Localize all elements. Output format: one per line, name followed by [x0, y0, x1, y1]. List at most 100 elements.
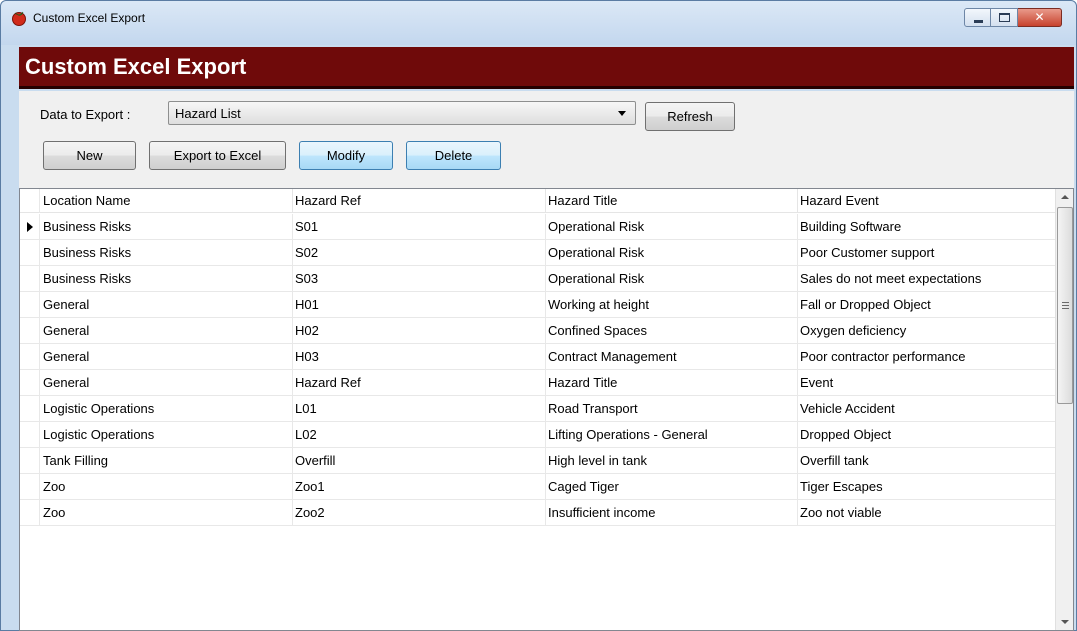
cell-hazard-title[interactable]: Operational Risk	[546, 240, 798, 266]
table-row[interactable]: Logistic Operations L01 Road Transport Vehi…	[20, 396, 1056, 422]
cell-location-name[interactable]: Zoo	[41, 474, 293, 500]
row-header[interactable]	[20, 214, 40, 240]
table-row[interactable]: Zoo Zoo2 Insufficient income Zoo not viable	[20, 500, 1056, 526]
table-row[interactable]: General Hazard Ref Hazard Title Event	[20, 370, 1056, 396]
row-header[interactable]	[20, 266, 40, 292]
cell-hazard-title[interactable]: Working at height	[546, 292, 798, 318]
row-header[interactable]	[20, 240, 40, 266]
cell-hazard-ref[interactable]: H03	[293, 344, 546, 370]
cell-hazard-title[interactable]: Lifting Operations - General	[546, 422, 798, 448]
cell-location-name[interactable]: General	[41, 344, 293, 370]
cell-hazard-event[interactable]: Oxygen deficiency	[798, 318, 1056, 344]
scroll-down-icon[interactable]	[1056, 613, 1073, 630]
table-row[interactable]: Business Risks S03 Operational Risk Sales d…	[20, 266, 1056, 292]
row-header[interactable]	[20, 292, 40, 318]
cell-hazard-event[interactable]: Tiger Escapes	[798, 474, 1056, 500]
cell-hazard-event[interactable]: Event	[798, 370, 1056, 396]
close-button[interactable]: ✕	[1018, 8, 1062, 27]
cell-hazard-event[interactable]: Poor Customer support	[798, 240, 1056, 266]
vertical-scrollbar[interactable]	[1055, 189, 1073, 630]
table-row[interactable]: General H01 Working at height Fall or Dropp…	[20, 292, 1056, 318]
column-header-hazard-event[interactable]: Hazard Event	[798, 189, 1056, 213]
cell-location-name[interactable]: General	[41, 318, 293, 344]
row-header[interactable]	[20, 448, 40, 474]
row-header[interactable]	[20, 474, 40, 500]
scroll-up-icon[interactable]	[1056, 189, 1073, 206]
cell-location-name[interactable]: Tank Filling	[41, 448, 293, 474]
cell-hazard-ref[interactable]: S01	[293, 214, 546, 240]
banner-title: Custom Excel Export	[25, 54, 247, 79]
cell-location-name[interactable]: General	[41, 292, 293, 318]
cell-hazard-event[interactable]: Overfill tank	[798, 448, 1056, 474]
cell-location-name[interactable]: General	[41, 370, 293, 396]
column-header-location-name[interactable]: Location Name	[41, 189, 293, 213]
export-to-excel-button[interactable]: Export to Excel	[149, 141, 286, 170]
cell-hazard-ref[interactable]: H02	[293, 318, 546, 344]
column-header-hazard-ref[interactable]: Hazard Ref	[293, 189, 546, 213]
table-row[interactable]: General H03 Contract Management Poor contra…	[20, 344, 1056, 370]
cell-hazard-event[interactable]: Building Software	[798, 214, 1056, 240]
table-row[interactable]: General H02 Confined Spaces Oxygen deficien…	[20, 318, 1056, 344]
table-row[interactable]: Tank Filling Overfill High level in tank Ov…	[20, 448, 1056, 474]
cell-hazard-title[interactable]: Contract Management	[546, 344, 798, 370]
cell-hazard-title[interactable]: Insufficient income	[546, 500, 798, 526]
cell-hazard-ref[interactable]: L01	[293, 396, 546, 422]
data-to-export-label: Data to Export :	[40, 107, 131, 122]
header-banner: Custom Excel Export	[19, 47, 1074, 89]
hazard-grid[interactable]: Location Name Hazard Ref Hazard Title Hazar…	[19, 188, 1074, 631]
grip-icon	[1062, 302, 1069, 310]
new-button[interactable]: New	[43, 141, 136, 170]
cell-hazard-ref[interactable]: Hazard Ref	[293, 370, 546, 396]
app-window: Custom Excel Export ✕ Custom Excel Expor…	[0, 0, 1077, 631]
cell-hazard-title[interactable]: Road Transport	[546, 396, 798, 422]
table-row[interactable]: Logistic Operations L02 Lifting Operations…	[20, 422, 1056, 448]
table-row[interactable]: Business Risks S01 Operational Risk Buildin…	[20, 214, 1056, 240]
minimize-icon	[974, 20, 983, 23]
cell-location-name[interactable]: Business Risks	[41, 240, 293, 266]
cell-hazard-ref[interactable]: H01	[293, 292, 546, 318]
table-row[interactable]: Zoo Zoo1 Caged Tiger Tiger Escapes	[20, 474, 1056, 500]
delete-button[interactable]: Delete	[406, 141, 501, 170]
cell-hazard-title[interactable]: High level in tank	[546, 448, 798, 474]
row-header[interactable]	[20, 318, 40, 344]
cell-hazard-title[interactable]: Confined Spaces	[546, 318, 798, 344]
cell-location-name[interactable]: Logistic Operations	[41, 396, 293, 422]
cell-location-name[interactable]: Logistic Operations	[41, 422, 293, 448]
cell-hazard-event[interactable]: Dropped Object	[798, 422, 1056, 448]
data-to-export-select[interactable]: Hazard List	[168, 101, 636, 125]
cell-hazard-event[interactable]: Vehicle Accident	[798, 396, 1056, 422]
close-icon: ✕	[1034, 10, 1045, 24]
cell-hazard-title[interactable]: Operational Risk	[546, 214, 798, 240]
cell-location-name[interactable]: Business Risks	[41, 214, 293, 240]
cell-hazard-event[interactable]: Sales do not meet expectations	[798, 266, 1056, 292]
cell-hazard-title[interactable]: Operational Risk	[546, 266, 798, 292]
column-header-hazard-title[interactable]: Hazard Title	[546, 189, 798, 213]
row-header[interactable]	[20, 422, 40, 448]
title-bar[interactable]: Custom Excel Export ✕	[1, 1, 1076, 45]
cell-hazard-event[interactable]: Poor contractor performance	[798, 344, 1056, 370]
row-header[interactable]	[20, 344, 40, 370]
table-row[interactable]: Business Risks S02 Operational Risk Poor Cu…	[20, 240, 1056, 266]
cell-hazard-title[interactable]: Hazard Title	[546, 370, 798, 396]
scrollbar-thumb[interactable]	[1057, 207, 1073, 404]
row-header[interactable]	[20, 370, 40, 396]
cell-location-name[interactable]: Zoo	[41, 500, 293, 526]
cell-hazard-event[interactable]: Zoo not viable	[798, 500, 1056, 526]
cell-hazard-title[interactable]: Caged Tiger	[546, 474, 798, 500]
minimize-button[interactable]	[964, 8, 991, 27]
modify-button[interactable]: Modify	[299, 141, 393, 170]
header-corner	[20, 189, 40, 213]
cell-hazard-event[interactable]: Fall or Dropped Object	[798, 292, 1056, 318]
row-header[interactable]	[20, 396, 40, 422]
cell-hazard-ref[interactable]: Zoo1	[293, 474, 546, 500]
cell-hazard-ref[interactable]: Zoo2	[293, 500, 546, 526]
cell-location-name[interactable]: Business Risks	[41, 266, 293, 292]
cell-hazard-ref[interactable]: L02	[293, 422, 546, 448]
cell-hazard-ref[interactable]: S02	[293, 240, 546, 266]
row-header[interactable]	[20, 500, 40, 526]
cell-hazard-ref[interactable]: S03	[293, 266, 546, 292]
maximize-icon	[999, 13, 1010, 22]
refresh-button[interactable]: Refresh	[645, 102, 735, 131]
maximize-button[interactable]	[991, 8, 1018, 27]
cell-hazard-ref[interactable]: Overfill	[293, 448, 546, 474]
